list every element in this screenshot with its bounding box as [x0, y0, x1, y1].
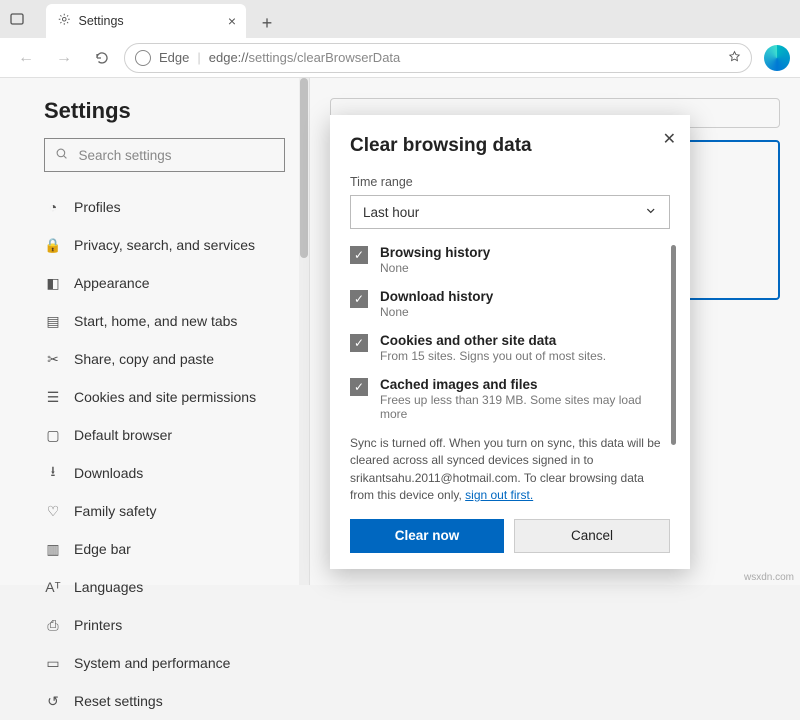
tab-overview-button[interactable]: [8, 10, 26, 28]
family-icon: ♡: [44, 503, 62, 520]
close-tab-button[interactable]: ×: [228, 13, 236, 29]
browser-icon: ▢: [44, 427, 62, 444]
new-tab-button[interactable]: +: [252, 8, 282, 38]
sync-note: Sync is turned off. When you turn on syn…: [350, 435, 670, 505]
sidebar-item-system-and-performance[interactable]: ▭ System and performance: [44, 644, 285, 682]
sidebar-item-label: Default browser: [74, 427, 172, 443]
search-placeholder: Search settings: [79, 148, 172, 163]
refresh-button[interactable]: [86, 42, 118, 74]
data-type-desc: Frees up less than 319 MB. Some sites ma…: [380, 393, 670, 421]
sidebar-item-label: Edge bar: [74, 541, 131, 557]
data-type-row: ✓ Browsing historyNone: [350, 245, 670, 275]
checkbox[interactable]: ✓: [350, 290, 368, 308]
page-title: Settings: [44, 98, 285, 124]
browser-tab[interactable]: Settings ×: [46, 4, 246, 38]
sidebar-item-downloads[interactable]: ⭳ Downloads: [44, 454, 285, 492]
sidebar-item-label: Profiles: [74, 199, 121, 215]
tab-title: Settings: [79, 14, 124, 28]
sidebar-item-family-safety[interactable]: ♡ Family safety: [44, 492, 285, 530]
sidebar-item-default-browser[interactable]: ▢ Default browser: [44, 416, 285, 454]
sidebar-item-printers[interactable]: ⎙ Printers: [44, 606, 285, 644]
edgebar-icon: ▥: [44, 541, 62, 558]
data-type-row: ✓ Cached images and filesFrees up less th…: [350, 377, 670, 421]
window-titlebar: Settings × +: [0, 0, 800, 38]
sidebar-item-label: Downloads: [74, 465, 143, 481]
address-bar[interactable]: Edge | edge://settings/clearBrowserData: [124, 43, 752, 73]
dialog-title: Clear browsing data: [350, 135, 670, 157]
sidebar-item-privacy-search-and-services[interactable]: 🔒 Privacy, search, and services: [44, 226, 285, 264]
data-type-desc: From 15 sites. Signs you out of most sit…: [380, 349, 606, 363]
sidebar-item-label: Family safety: [74, 503, 156, 519]
cookies-icon: ☰: [44, 389, 62, 406]
sidebar-item-reset-settings[interactable]: ↺ Reset settings: [44, 682, 285, 720]
sidebar-item-label: Privacy, search, and services: [74, 237, 255, 253]
sidebar-item-label: Share, copy and paste: [74, 351, 214, 367]
checkbox[interactable]: ✓: [350, 246, 368, 264]
clear-now-button[interactable]: Clear now: [350, 519, 504, 553]
download-icon: ⭳: [44, 461, 62, 485]
checkbox[interactable]: ✓: [350, 334, 368, 352]
cancel-button[interactable]: Cancel: [514, 519, 670, 553]
data-type-title: Cookies and other site data: [380, 333, 606, 348]
sidebar-item-label: Appearance: [74, 275, 150, 291]
forward-button: →: [48, 42, 80, 74]
sidebar-item-share-copy-and-paste[interactable]: ✂ Share, copy and paste: [44, 340, 285, 378]
sign-out-link[interactable]: sign out first.: [465, 488, 533, 502]
sidebar-item-edge-bar[interactable]: ▥ Edge bar: [44, 530, 285, 568]
time-range-label: Time range: [350, 175, 670, 189]
site-label: Edge: [159, 50, 189, 65]
dialog-scrollbar[interactable]: [671, 245, 676, 445]
chevron-down-icon: [644, 204, 658, 221]
data-type-title: Cached images and files: [380, 377, 670, 392]
back-button[interactable]: ←: [10, 42, 42, 74]
sidebar-item-cookies-and-site-permissions[interactable]: ☰ Cookies and site permissions: [44, 378, 285, 416]
appearance-icon: ◧: [44, 275, 62, 292]
close-dialog-button[interactable]: ✕: [663, 129, 676, 149]
search-settings-input[interactable]: Search settings: [44, 138, 285, 172]
search-icon: [55, 147, 69, 164]
sidebar-scrollbar[interactable]: [299, 78, 309, 585]
printer-icon: ⎙: [44, 617, 62, 634]
sidebar-item-label: Reset settings: [74, 693, 163, 709]
sidebar-item-label: Printers: [74, 617, 122, 633]
checkbox[interactable]: ✓: [350, 378, 368, 396]
sidebar-item-label: System and performance: [74, 655, 230, 671]
edge-icon: [135, 50, 151, 66]
watermark: wsxdn.com: [744, 572, 794, 583]
sidebar-item-languages[interactable]: Aᵀ Languages: [44, 568, 285, 606]
data-type-title: Browsing history: [380, 245, 490, 260]
sidebar-item-label: Languages: [74, 579, 143, 595]
user-icon: ◔: [44, 199, 62, 215]
time-range-select[interactable]: Last hour: [350, 195, 670, 229]
profile-button[interactable]: [764, 45, 790, 71]
sidebar-item-appearance[interactable]: ◧ Appearance: [44, 264, 285, 302]
system-icon: ▭: [44, 655, 62, 672]
data-type-desc: None: [380, 305, 493, 319]
sidebar-item-profiles[interactable]: ◔ Profiles: [44, 188, 285, 226]
gear-icon: [58, 13, 71, 29]
divider: |: [197, 50, 200, 65]
share-icon: ✂: [44, 351, 62, 368]
sidebar-item-start-home-and-new-tabs[interactable]: ▤ Start, home, and new tabs: [44, 302, 285, 340]
settings-sidebar: Settings Search settings ◔ Profiles 🔒 Priva…: [0, 78, 310, 585]
reset-icon: ↺: [44, 693, 62, 710]
clear-browsing-data-dialog: ✕ Clear browsing data Time range Last ho…: [330, 115, 690, 569]
data-type-row: ✓ Cookies and other site dataFrom 15 site…: [350, 333, 670, 363]
data-type-desc: None: [380, 261, 490, 275]
sidebar-item-label: Start, home, and new tabs: [74, 313, 237, 329]
language-icon: Aᵀ: [44, 579, 62, 595]
sidebar-item-label: Cookies and site permissions: [74, 389, 256, 405]
data-type-title: Download history: [380, 289, 493, 304]
favorite-button[interactable]: [728, 50, 741, 66]
lock-icon: 🔒: [44, 237, 62, 254]
data-type-row: ✓ Download historyNone: [350, 289, 670, 319]
browser-toolbar: ← → Edge | edge://settings/clearBrowserD…: [0, 38, 800, 78]
tabs-icon: ▤: [44, 313, 62, 330]
